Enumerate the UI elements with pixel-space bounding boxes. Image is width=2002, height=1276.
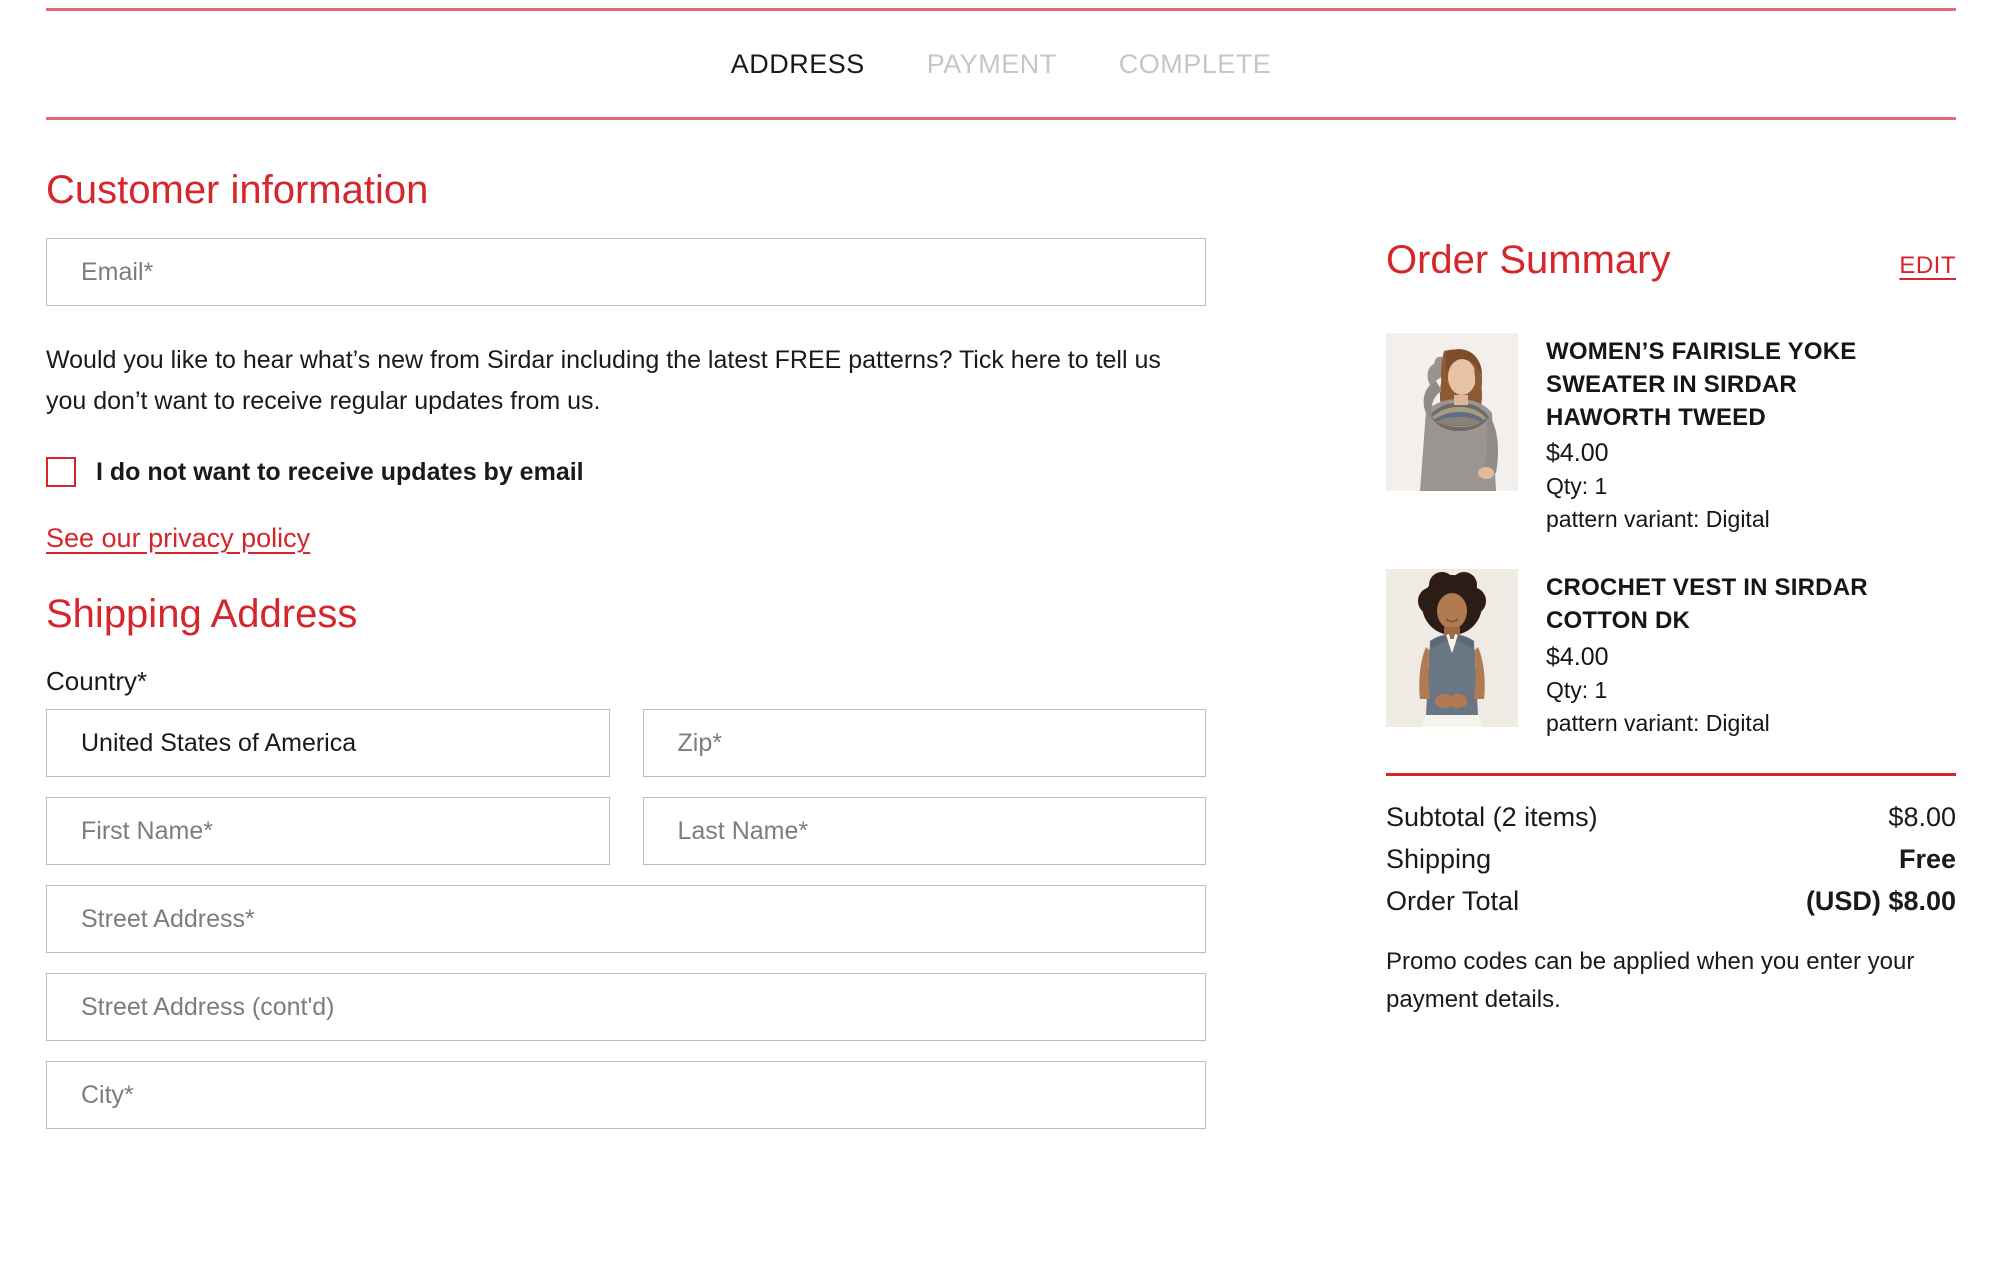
shipping-label: Shipping — [1386, 843, 1492, 874]
order-totals: Subtotal (2 items) $8.00 Shipping Free O… — [1386, 802, 1956, 917]
sweater-model-image — [1386, 333, 1518, 491]
order-item: CROCHET VEST IN SIRDAR COTTON DK $4.00 Q… — [1386, 569, 1956, 736]
street-address-field[interactable]: Street Address* — [46, 885, 1206, 953]
email-optout-label: I do not want to receive updates by emai… — [96, 457, 584, 486]
name-row: First Name* Last Name* — [46, 797, 1206, 865]
street-address-2-placeholder: Street Address (cont'd) — [81, 992, 335, 1021]
last-name-field[interactable]: Last Name* — [642, 797, 1206, 865]
step-address[interactable]: ADDRESS — [731, 49, 865, 80]
email-field[interactable]: Email* — [46, 238, 1206, 306]
street-address-placeholder: Street Address* — [81, 904, 255, 933]
order-total-amount: (USD) $8.00 — [1805, 885, 1956, 916]
order-item: WOMEN’S FAIRISLE YOKE SWEATER IN SIRDAR … — [1386, 333, 1956, 533]
product-thumbnail-vest[interactable] — [1386, 569, 1518, 728]
order-item-info: WOMEN’S FAIRISLE YOKE SWEATER IN SIRDAR … — [1546, 333, 1886, 533]
summary-divider — [1386, 772, 1956, 776]
email-optout-row[interactable]: I do not want to receive updates by emai… — [46, 457, 1206, 487]
last-name-placeholder: Last Name* — [677, 816, 809, 845]
order-items-list: WOMEN’S FAIRISLE YOKE SWEATER IN SIRDAR … — [1386, 333, 1956, 737]
privacy-policy-link[interactable]: See our privacy policy — [46, 523, 310, 554]
order-item-variant: pattern variant: Digital — [1546, 506, 1770, 533]
vest-model-image — [1386, 569, 1518, 728]
city-field[interactable]: City* — [46, 1061, 1206, 1129]
edit-order-link[interactable]: EDIT — [1899, 252, 1956, 280]
checkout-page: ADDRESS PAYMENT COMPLETE Customer inform… — [0, 0, 2002, 1276]
checkout-form-column: Customer information Email* Would you li… — [46, 168, 1206, 1129]
subtotal-amount: $8.00 — [1888, 801, 1956, 832]
order-summary-column: Order Summary EDIT WOMEN’S FAIRISLE YOKE… — [1386, 238, 1956, 1019]
email-placeholder: Email* — [81, 257, 154, 286]
order-item-variant: pattern variant: Digital — [1546, 709, 1770, 736]
order-summary-header: Order Summary EDIT — [1386, 238, 1956, 283]
order-total-row: Order Total (USD) $8.00 — [1386, 886, 1956, 917]
shipping-row: Shipping Free — [1386, 844, 1956, 875]
subtotal-row: Subtotal (2 items) $8.00 — [1386, 802, 1956, 833]
zip-field[interactable]: Zip* — [642, 709, 1206, 777]
checkout-steps: ADDRESS PAYMENT COMPLETE — [46, 8, 1956, 120]
zip-placeholder: Zip* — [677, 728, 722, 757]
order-item-price: $4.00 — [1546, 642, 1609, 671]
first-name-field[interactable]: First Name* — [46, 797, 610, 865]
order-item-qty: Qty: 1 — [1546, 473, 1608, 500]
country-select[interactable]: United States of America — [46, 709, 610, 777]
country-label: Country* — [46, 666, 148, 696]
steps-list: ADDRESS PAYMENT COMPLETE — [731, 49, 1272, 80]
product-thumbnail-sweater[interactable] — [1386, 333, 1518, 491]
step-complete[interactable]: COMPLETE — [1119, 49, 1272, 80]
order-item-price: $4.00 — [1546, 439, 1609, 468]
city-placeholder: City* — [81, 1080, 134, 1109]
customer-information-title: Customer information — [46, 168, 429, 212]
order-item-name: CROCHET VEST IN SIRDAR COTTON DK — [1546, 574, 1868, 635]
shipping-address-title: Shipping Address — [46, 592, 358, 636]
promo-note: Promo codes can be applied when you ente… — [1386, 947, 1915, 1013]
subtotal-label: Subtotal (2 items) — [1386, 801, 1598, 832]
first-name-placeholder: First Name* — [81, 816, 213, 845]
step-payment[interactable]: PAYMENT — [927, 49, 1057, 80]
order-item-qty: Qty: 1 — [1546, 676, 1608, 703]
email-optout-checkbox[interactable] — [46, 457, 76, 487]
order-item-info: CROCHET VEST IN SIRDAR COTTON DK $4.00 Q… — [1546, 569, 1886, 736]
street-address-2-field[interactable]: Street Address (cont'd) — [46, 973, 1206, 1041]
country-zip-row: United States of America Zip* — [46, 709, 1206, 777]
shipping-amount: Free — [1898, 843, 1956, 874]
order-item-name: WOMEN’S FAIRISLE YOKE SWEATER IN SIRDAR … — [1546, 338, 1857, 432]
order-total-label: Order Total — [1386, 885, 1520, 916]
marketing-opt-text: Would you like to hear what’s new from S… — [46, 346, 1161, 415]
country-value: United States of America — [81, 728, 357, 757]
order-summary-title: Order Summary — [1386, 238, 1671, 282]
